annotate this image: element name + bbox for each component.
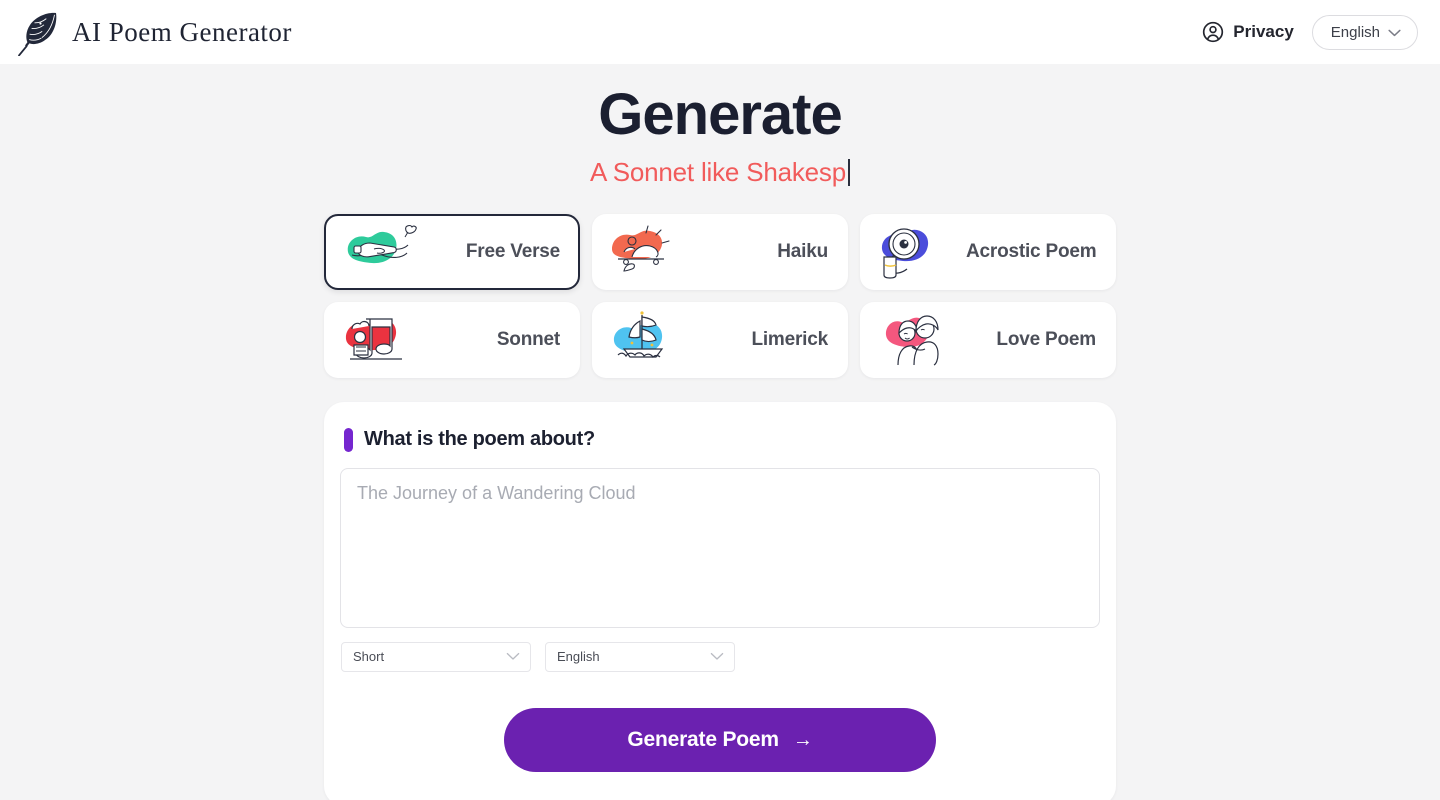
brand-name: AI Poem Generator (72, 16, 292, 47)
submit-row: Generate Poem → (340, 707, 1100, 772)
hero-section: Generate A Sonnet like Shakesp (0, 64, 1440, 188)
hero-subtitle-row: A Sonnet like Shakesp (590, 157, 850, 188)
poem-length-select[interactable]: Short (341, 641, 531, 672)
poem-topic-input[interactable] (340, 467, 1100, 628)
poem-length-value: Short (353, 649, 385, 665)
poem-form-panel: What is the poem about? Short English Ge… (324, 401, 1116, 800)
form-section-header: What is the poem about? (340, 427, 1100, 452)
couple-icon (870, 307, 966, 373)
privacy-label: Privacy (1233, 22, 1294, 41)
language-selector-value: English (1330, 23, 1380, 41)
brand-logo[interactable]: AI Poem Generator (18, 8, 292, 56)
poem-language-value: English (557, 649, 600, 665)
chevron-down-icon (506, 649, 520, 664)
chef-music-note-icon (334, 307, 430, 373)
poem-type-card-limerick[interactable]: Limerick (592, 301, 848, 378)
form-options-row: Short English (340, 641, 1100, 672)
poem-type-label: Sonnet (496, 328, 560, 350)
app-header: AI Poem Generator Privacy English (0, 0, 1440, 64)
poem-type-label: Free Verse (465, 240, 560, 262)
language-selector[interactable]: English (1311, 14, 1418, 50)
sleeping-figure-icon (602, 219, 698, 285)
poem-type-label: Limerick (751, 328, 828, 350)
magnifying-glass-icon (870, 219, 966, 285)
accent-bar (344, 427, 353, 452)
poem-type-card-acrostic-poem[interactable]: Acrostic Poem (860, 213, 1116, 290)
poem-type-label: Haiku (777, 240, 828, 262)
user-circle-icon (1202, 21, 1224, 43)
form-section-title: What is the poem about? (364, 428, 595, 451)
poem-language-select[interactable]: English (545, 641, 735, 672)
chevron-down-icon (1388, 24, 1401, 41)
sailing-ship-icon (602, 307, 698, 373)
poem-type-card-love-poem[interactable]: Love Poem (860, 301, 1116, 378)
generate-poem-button[interactable]: Generate Poem → (504, 707, 936, 772)
header-actions: Privacy English (1202, 14, 1418, 50)
poem-type-card-sonnet[interactable]: Sonnet (324, 301, 580, 378)
chevron-down-icon (710, 649, 724, 664)
message-in-bottle-icon (334, 219, 430, 285)
hero-subtitle: A Sonnet like Shakesp (590, 156, 846, 187)
poem-type-card-free-verse[interactable]: Free Verse (324, 213, 580, 290)
typing-caret (847, 158, 850, 186)
poem-type-grid: Free Verse Haiku Acrostic Poem Sonnet Li… (324, 213, 1116, 378)
privacy-link[interactable]: Privacy (1202, 21, 1294, 43)
poem-type-card-haiku[interactable]: Haiku (592, 213, 848, 290)
page-title: Generate (598, 82, 842, 147)
arrow-right-icon: → (792, 728, 813, 751)
poem-type-label: Love Poem (996, 328, 1096, 350)
feather-quill-icon (18, 8, 62, 56)
generate-poem-label: Generate Poem (627, 727, 779, 751)
poem-type-label: Acrostic Poem (966, 240, 1097, 262)
